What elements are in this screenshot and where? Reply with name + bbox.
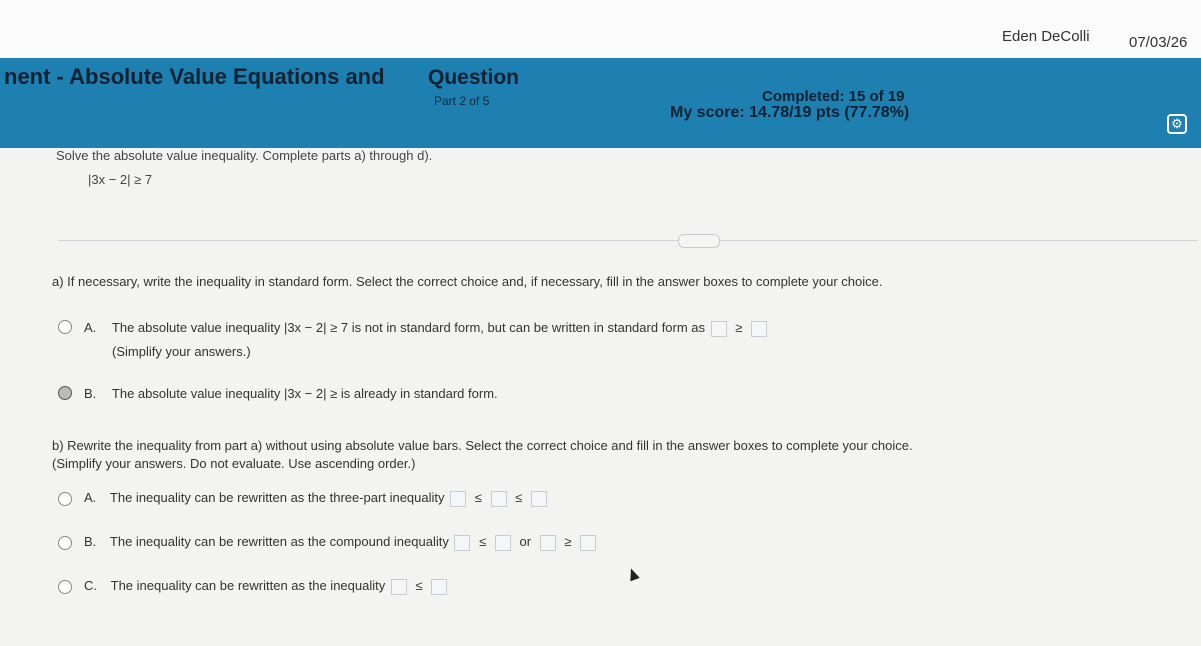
part-b-choice-a: A. The inequality can be rewritten as th…	[84, 490, 549, 507]
part-b-note: (Simplify your answers. Do not evaluate.…	[52, 456, 416, 471]
answer-box[interactable]	[454, 534, 471, 551]
assignment-title: nent - Absolute Value Equations and	[4, 64, 385, 89]
answer-box[interactable]	[494, 534, 511, 551]
section-divider	[58, 240, 1198, 241]
part-a-instruction: a) If necessary, write the inequality in…	[52, 274, 883, 289]
choice-letter: C.	[84, 578, 97, 593]
answer-box[interactable]	[390, 578, 407, 595]
part-a-choice-b: B. The absolute value inequality |3x − 2…	[84, 386, 498, 401]
relation-symbol: ≤	[474, 490, 482, 505]
relation-symbol: ≥	[735, 320, 743, 335]
choice-text-2: is not in standard form, but can be writ…	[351, 320, 706, 335]
relation-symbol: ≤	[415, 578, 423, 593]
answer-box[interactable]	[580, 534, 597, 551]
part-a-choice-a-radio[interactable]	[58, 320, 72, 334]
answer-box[interactable]	[450, 490, 467, 507]
settings-gear-icon[interactable]: ⚙	[1167, 114, 1187, 134]
choice-text: The inequality can be rewritten as the c…	[109, 534, 449, 549]
choice-expression: |3x − 2| ≥	[283, 386, 338, 401]
question-label[interactable]: Question	[428, 66, 519, 90]
problem-prompt: Solve the absolute value inequality. Com…	[56, 148, 433, 163]
answer-box[interactable]	[539, 534, 556, 551]
or-label: or	[519, 534, 532, 549]
choice-text-2: is already in standard form.	[340, 386, 498, 401]
part-b-choice-c: C. The inequality can be rewritten as th…	[84, 578, 449, 595]
date: 07/03/26	[1129, 34, 1188, 51]
answer-box[interactable]	[431, 578, 448, 595]
part-b-instruction: b) Rewrite the inequality from part a) w…	[52, 438, 913, 453]
answer-box[interactable]	[490, 490, 507, 507]
choice-text: The absolute value inequality	[111, 320, 281, 335]
answer-box[interactable]	[710, 320, 727, 337]
relation-symbol: ≤	[515, 490, 523, 505]
choice-letter: A.	[84, 320, 97, 335]
part-b-choice-c-radio[interactable]	[58, 580, 72, 594]
choice-text: The absolute value inequality	[111, 386, 281, 401]
expand-handle[interactable]	[678, 234, 720, 248]
answer-box[interactable]	[751, 320, 768, 337]
relation-symbol: ≤	[479, 534, 487, 549]
part-b-choice-b: B. The inequality can be rewritten as th…	[84, 534, 598, 551]
answer-box[interactable]	[530, 490, 547, 507]
assignment-header: nent - Absolute Value Equations and Ques…	[0, 58, 1201, 148]
part-b-choice-b-radio[interactable]	[58, 536, 72, 550]
problem-expression: |3x − 2| ≥ 7	[88, 172, 153, 187]
choice-text: The inequality can be rewritten as the t…	[109, 490, 445, 505]
part-label: Part 2 of 5	[434, 94, 490, 108]
part-a-choice-b-radio[interactable]	[58, 386, 72, 400]
choice-letter: B.	[84, 386, 97, 401]
relation-symbol: ≥	[564, 534, 572, 549]
choice-expression: |3x − 2| ≥ 7	[283, 320, 349, 335]
top-bar: Eden DeColli 07/03/26	[0, 0, 1201, 58]
score-status: My score: 14.78/19 pts (77.78%)	[670, 104, 910, 121]
choice-text: The inequality can be rewritten as the i…	[110, 578, 386, 593]
mouse-cursor-icon	[626, 566, 640, 582]
choice-letter: A.	[84, 490, 97, 505]
part-a-choice-a: A. The absolute value inequality |3x − 2…	[84, 320, 769, 337]
user-name: Eden DeColli	[1002, 28, 1090, 45]
completed-status: Completed: 15 of 19	[762, 88, 905, 105]
part-a-note: (Simplify your answers.)	[112, 344, 251, 359]
choice-letter: B.	[84, 534, 97, 549]
part-b-choice-a-radio[interactable]	[58, 492, 72, 506]
question-content: Solve the absolute value inequality. Com…	[0, 148, 1201, 646]
